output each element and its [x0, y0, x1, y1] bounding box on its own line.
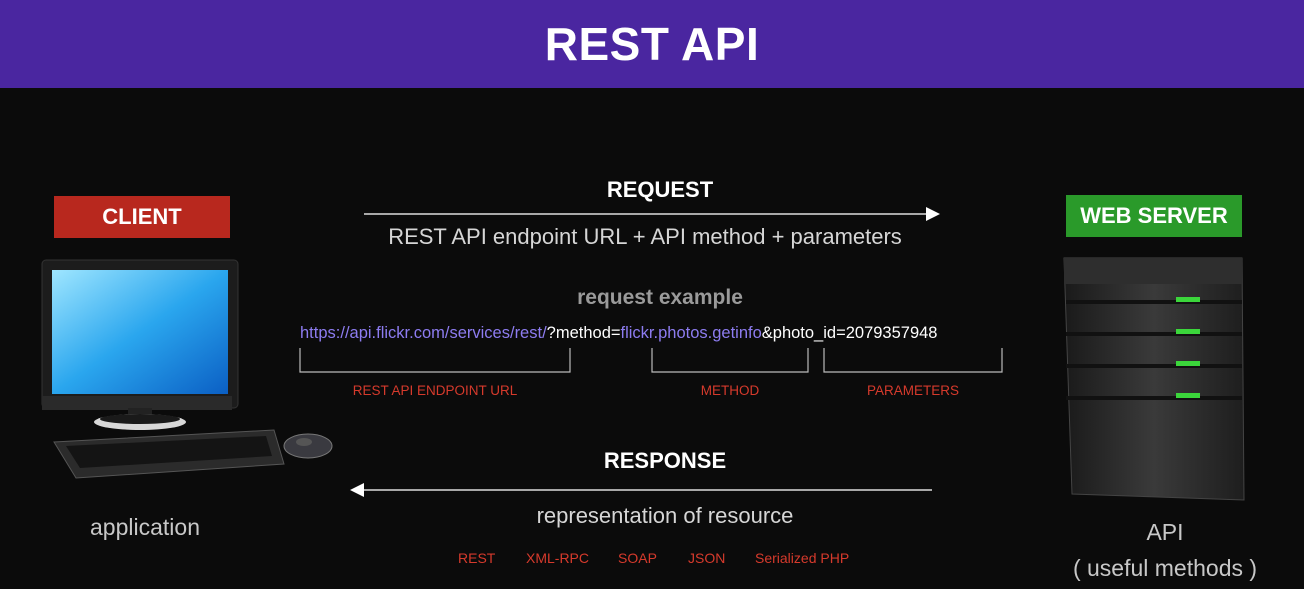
url-method-key: ?method= — [546, 324, 621, 342]
server-caption-methods: ( useful methods ) — [1072, 555, 1258, 581]
url-brackets — [299, 348, 1003, 373]
format-xml-rpc: XML-RPC — [526, 550, 590, 566]
request-example-title: request example — [577, 286, 743, 309]
server-tower-icon — [1063, 257, 1245, 501]
url-params: &photo_id=2079357948 — [761, 324, 938, 342]
endpoint-label: REST API ENDPOINT URL — [352, 383, 518, 398]
page-title: REST API — [544, 18, 760, 70]
server-caption-api: API — [1146, 519, 1184, 545]
response-arrow — [350, 483, 932, 497]
format-rest: REST — [458, 550, 496, 566]
client-badge: CLIENT — [54, 196, 230, 238]
parameters-label: PARAMETERS — [866, 383, 959, 398]
web-server-badge: WEB SERVER — [1066, 195, 1242, 237]
response-description: representation of resource — [536, 503, 794, 528]
url-endpoint: https://api.flickr.com/services/rest/ — [300, 324, 547, 342]
request-description: REST API endpoint URL + API method + par… — [388, 224, 902, 249]
title-bar: REST API — [0, 0, 1304, 88]
request-title: REQUEST — [606, 177, 714, 202]
response-formats: REST XML-RPC SOAP JSON Serialized PHP — [440, 550, 870, 570]
server-caption: API ( useful methods ) — [1040, 514, 1290, 586]
example-url: https://api.flickr.com/services/rest/?me… — [300, 324, 1020, 343]
response-title: RESPONSE — [603, 448, 727, 473]
format-json: JSON — [688, 550, 726, 566]
request-arrow — [364, 207, 940, 221]
format-soap: SOAP — [618, 550, 657, 566]
method-label: METHOD — [700, 383, 760, 398]
client-caption: application — [90, 514, 200, 540]
format-serialized-php: Serialized PHP — [755, 550, 850, 566]
url-method: flickr.photos.getinfo — [620, 324, 762, 342]
desktop-computer-icon — [41, 259, 333, 479]
